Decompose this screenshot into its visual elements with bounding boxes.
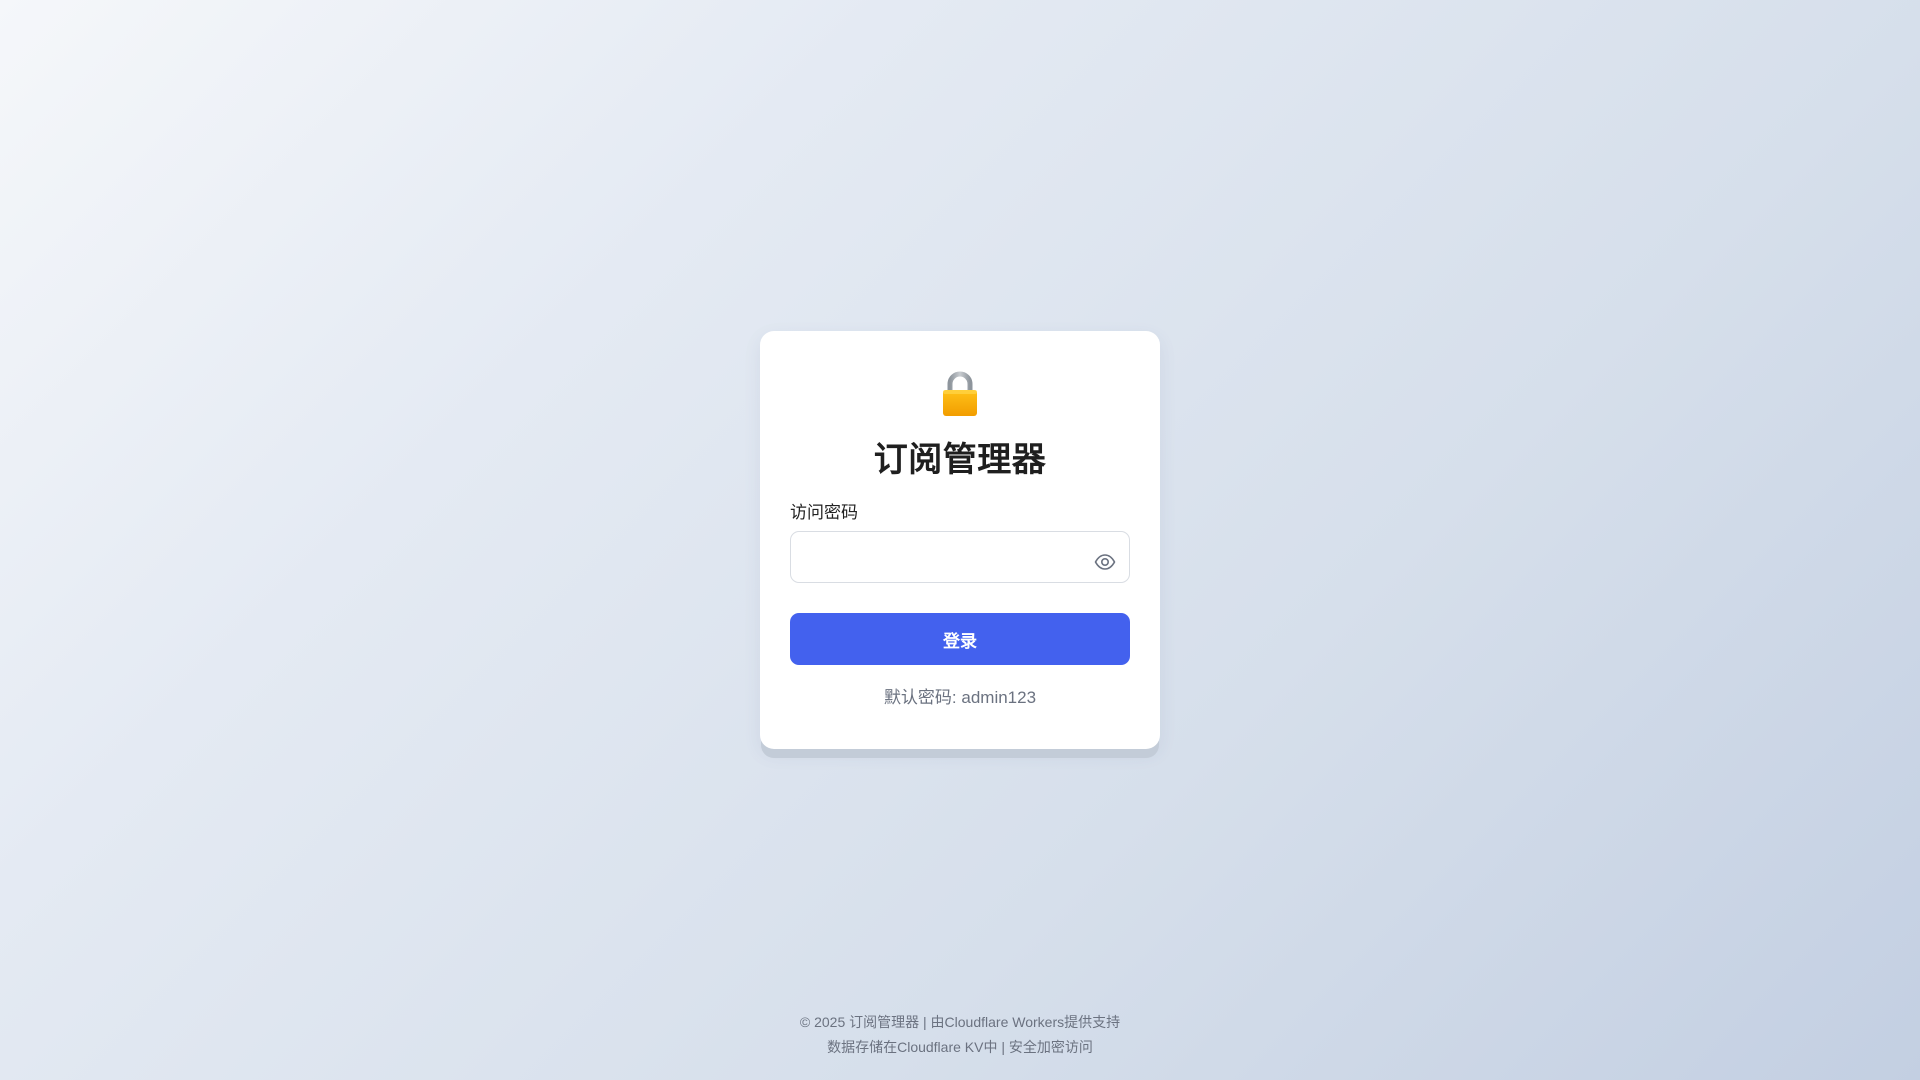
password-label: 访问密码 <box>790 503 858 522</box>
lock-icon <box>942 371 978 417</box>
login-card: 订阅管理器 访问密码 登录 默认密码: admin123 <box>760 331 1160 749</box>
login-page: 订阅管理器 访问密码 登录 默认密码: admin123 © 2025 订阅管理… <box>0 0 1920 1080</box>
eye-icon[interactable] <box>1093 553 1117 571</box>
login-button[interactable]: 登录 <box>790 613 1130 665</box>
password-input[interactable] <box>790 531 1130 583</box>
footer-copyright: © 2025 订阅管理器 | 由Cloudflare Workers提供支持 <box>799 1014 1121 1030</box>
page-title: 订阅管理器 <box>873 441 1047 479</box>
footer: © 2025 订阅管理器 | 由Cloudflare Workers提供支持 数… <box>0 1010 1920 1060</box>
footer-storage-note: 数据存储在Cloudflare KV中 | 安全加密访问 <box>827 1039 1093 1055</box>
default-password-hint: 默认密码: admin123 <box>883 688 1037 707</box>
